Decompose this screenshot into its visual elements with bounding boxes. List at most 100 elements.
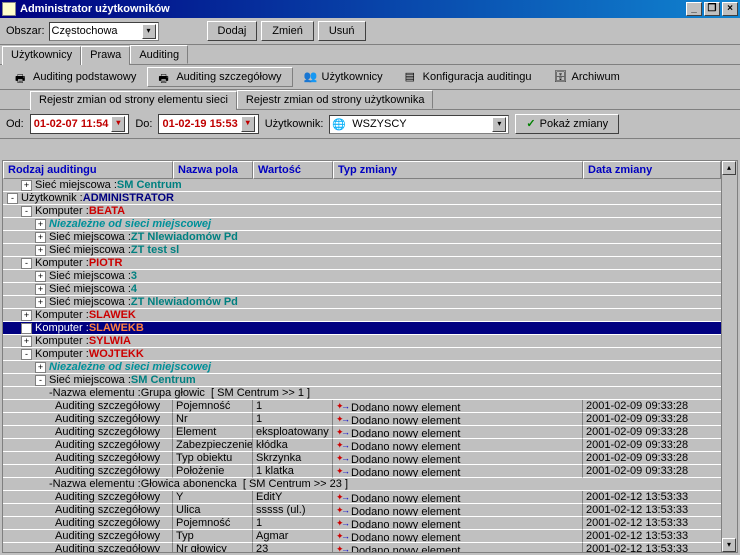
tree-group-row[interactable]: +Sieć miejscowa : 3 <box>3 270 737 283</box>
tree-expander[interactable]: + <box>21 310 32 321</box>
vertical-scrollbar[interactable]: ▴ ▾ <box>721 161 737 552</box>
obszar-combo[interactable]: Częstochowa ▾ <box>49 22 159 41</box>
tree-group-row[interactable]: +Komputer : SYLWIA <box>3 335 737 348</box>
tree-expander[interactable]: + <box>21 336 32 347</box>
users-icon: 👥 <box>304 70 318 84</box>
chevron-down-icon[interactable]: ▾ <box>492 117 506 132</box>
tree-expander[interactable]: - <box>21 349 32 360</box>
tree-group-row[interactable]: +Komputer : SLAWEK <box>3 309 737 322</box>
tree-expander[interactable]: + <box>21 323 32 334</box>
data-row[interactable]: Auditing szczegółowyUlicasssss (ul.)Doda… <box>3 504 737 517</box>
from-datetime[interactable]: 01-02-07 11:54 ▾ <box>30 114 130 134</box>
change-icon <box>336 543 349 552</box>
data-row[interactable]: Auditing szczegółowyPojemność1Dodano now… <box>3 517 737 530</box>
grid-body[interactable]: +Sieć miejscowa : SM Centrum-Użytkownik … <box>3 179 737 552</box>
edit-button[interactable]: Zmień <box>261 21 314 41</box>
tree-group-row[interactable]: +Komputer : SLAWEKB <box>3 322 737 335</box>
user-label: Użytkownik: <box>265 118 324 130</box>
scroll-down-button[interactable]: ▾ <box>722 538 736 552</box>
tab-users[interactable]: Użytkownicy <box>2 46 81 65</box>
subtab-user-side[interactable]: Rejestr zmian od strony użytkownika <box>237 90 434 109</box>
maximize-button[interactable]: ❐ <box>704 2 720 16</box>
data-row[interactable]: Auditing szczegółowyPojemność1Dodano now… <box>3 400 737 413</box>
data-row[interactable]: Auditing szczegółowyTypAgmarDodano nowy … <box>3 530 737 543</box>
minimize-button[interactable]: _ <box>686 2 702 16</box>
tree-expander[interactable]: + <box>35 232 46 243</box>
tree-expander[interactable]: + <box>35 219 46 230</box>
data-row[interactable]: Auditing szczegółowyNr1Dodano nowy eleme… <box>3 413 737 426</box>
change-icon <box>336 504 349 515</box>
change-icon <box>336 400 349 411</box>
tree-group-row[interactable]: + Niezależne od sieci miejscowej <box>3 218 737 231</box>
tree-expander[interactable]: + <box>35 284 46 295</box>
tree-group-row[interactable]: -Komputer : BEATA <box>3 205 737 218</box>
col-wartosc[interactable]: Wartość <box>253 161 333 179</box>
to-label: Do: <box>135 118 152 130</box>
tree-expander[interactable]: - <box>21 206 32 217</box>
tree-group-row[interactable]: -Komputer : WOJTEKK <box>3 348 737 361</box>
tab-rights[interactable]: Prawa <box>81 46 130 65</box>
tree-group-row[interactable]: -Sieć miejscowa : SM Centrum <box>3 374 737 387</box>
tree-expander[interactable]: + <box>35 297 46 308</box>
window-title: Administrator użytkowników <box>20 3 684 15</box>
main-tabs: Użytkownicy Prawa Auditing <box>0 45 740 65</box>
tree-group-row[interactable]: +Sieć miejscowa : ZT Nlewiadomów Pd <box>3 296 737 309</box>
archive-icon: 🗄 <box>554 70 568 84</box>
tree-group-row[interactable]: -Użytkownik : ADMINISTRATOR <box>3 192 737 205</box>
tree-group-row[interactable]: +Sieć miejscowa : 4 <box>3 283 737 296</box>
data-row[interactable]: Auditing szczegółowyZabezpieczeniekłódka… <box>3 439 737 452</box>
element-header-row[interactable]: -Nazwa elementu : Głowica abonencka [ SM… <box>3 478 737 491</box>
data-row[interactable]: Auditing szczegółowyPołożenie1 klatkaDod… <box>3 465 737 478</box>
tree-group-row[interactable]: +Sieć miejscowa : ZT test sl <box>3 244 737 257</box>
filter-bar: Od: 01-02-07 11:54 ▾ Do: 01-02-19 15:53 … <box>0 110 740 139</box>
tree-group-row[interactable]: -Komputer : PIOTR <box>3 257 737 270</box>
subtool-users[interactable]: 👥 Użytkownicy <box>293 67 394 87</box>
chevron-down-icon[interactable]: ▾ <box>142 24 156 39</box>
tree-expander[interactable]: - <box>35 375 46 386</box>
data-row[interactable]: Auditing szczegółowyElementeksploatowany… <box>3 426 737 439</box>
tree-group-row[interactable]: +Sieć miejscowa : ZT Nlewiadomów Pd <box>3 231 737 244</box>
tree-expander[interactable]: - <box>7 193 18 204</box>
tree-expander[interactable]: + <box>35 245 46 256</box>
show-changes-button[interactable]: Pokaż zmiany <box>515 114 619 134</box>
obszar-value: Częstochowa <box>52 25 118 37</box>
data-row[interactable]: Auditing szczegółowyNr głowicy23Dodano n… <box>3 543 737 552</box>
titlebar: Administrator użytkowników _ ❐ × <box>0 0 740 18</box>
data-row[interactable]: Auditing szczegółowyTyp obiektuSkrzynkaD… <box>3 452 737 465</box>
subtool-basic-auditing[interactable]: 🖶 Auditing podstawowy <box>4 67 147 87</box>
col-typ-zmiany[interactable]: Typ zmiany <box>333 161 583 179</box>
tree-expander[interactable]: + <box>35 271 46 282</box>
change-icon <box>336 530 349 541</box>
chevron-down-icon[interactable]: ▾ <box>111 116 125 132</box>
tree-expander[interactable]: + <box>21 180 32 191</box>
change-icon <box>336 413 349 424</box>
subtab-network-side[interactable]: Rejestr zmian od strony elementu sieci <box>30 91 237 110</box>
grid-header: Rodzaj auditingu Nazwa pola Wartość Typ … <box>3 161 737 179</box>
user-combo[interactable]: 🌐 WSZYSCY ▾ <box>329 115 509 134</box>
list-icon: ▤ <box>405 70 419 84</box>
change-icon <box>336 452 349 463</box>
col-nazwa-pola[interactable]: Nazwa pola <box>173 161 253 179</box>
add-button[interactable]: Dodaj <box>207 21 258 41</box>
tree-expander[interactable]: + <box>35 362 46 373</box>
element-header-row[interactable]: -Nazwa elementu : Grupa głowic [ SM Cent… <box>3 387 737 400</box>
col-data-zmiany[interactable]: Data zmiany <box>583 161 721 179</box>
change-icon <box>336 465 349 476</box>
scroll-up-button[interactable]: ▴ <box>722 161 736 175</box>
delete-button[interactable]: Usuń <box>318 21 366 41</box>
from-label: Od: <box>6 118 24 130</box>
tree-group-row[interactable]: + Niezależne od sieci miejscowej <box>3 361 737 374</box>
sub-tabs: Rejestr zmian od strony elementu sieci R… <box>0 90 740 110</box>
subtool-detailed-auditing[interactable]: 🖶 Auditing szczegółowy <box>147 67 292 87</box>
printer-icon: 🖶 <box>15 70 29 84</box>
col-rodzaj[interactable]: Rodzaj auditingu <box>3 161 173 179</box>
subtool-config-auditing[interactable]: ▤ Konfiguracja auditingu <box>394 67 543 87</box>
subtool-archive[interactable]: 🗄 Archiwum <box>543 67 631 87</box>
tree-group-row[interactable]: +Sieć miejscowa : SM Centrum <box>3 179 737 192</box>
tab-auditing[interactable]: Auditing <box>130 45 188 64</box>
tree-expander[interactable]: - <box>21 258 32 269</box>
data-row[interactable]: Auditing szczegółowyYEditYDodano nowy el… <box>3 491 737 504</box>
chevron-down-icon[interactable]: ▾ <box>241 116 255 132</box>
to-datetime[interactable]: 01-02-19 15:53 ▾ <box>158 114 258 134</box>
close-button[interactable]: × <box>722 2 738 16</box>
